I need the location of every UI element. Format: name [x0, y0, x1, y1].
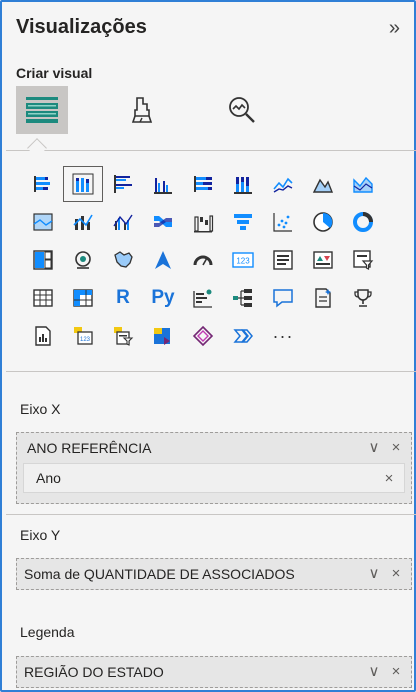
pie-chart-icon[interactable] [304, 205, 342, 239]
gallery-row [24, 203, 414, 241]
field-actions: ∨ × [367, 657, 403, 687]
close-icon[interactable]: × [389, 566, 403, 581]
x-axis-sub-field[interactable]: Ano × [23, 463, 405, 493]
funnel-chart-icon[interactable] [224, 205, 262, 239]
r-visual-label: R [116, 287, 130, 308]
card-icon[interactable]: 123 [224, 243, 262, 277]
area-chart-icon[interactable] [304, 167, 342, 201]
paginated-report-icon[interactable] [24, 319, 62, 353]
100-stacked-column-chart-icon[interactable] [224, 167, 262, 201]
visualizations-pane: Visualizações » Criar visual 123 R Py 12… [0, 0, 416, 692]
tab-format-visual[interactable] [116, 86, 168, 134]
y-axis-field-name: Soma de QUANTIDADE DE ASSOCIADOS [24, 566, 295, 582]
python-visual-label: Py [151, 287, 175, 308]
legend-field[interactable]: REGIÃO DO ESTADO ∨ × [17, 657, 411, 687]
matrix-icon[interactable] [64, 281, 102, 315]
tab-divider [6, 150, 416, 151]
gallery-row: 123 [24, 241, 414, 279]
chevron-down-icon[interactable]: ∨ [367, 440, 381, 455]
x-axis-field-name: ANO REFERÊNCIA [27, 440, 152, 456]
custom-card-icon[interactable]: 123 [64, 319, 102, 353]
pane-header: Visualizações » [16, 16, 400, 44]
custom-card-icon-text: 123 [80, 337, 91, 343]
x-axis-field[interactable]: ANO REFERÊNCIA ∨ × [17, 433, 411, 463]
python-visual-icon[interactable]: Py [144, 281, 182, 315]
line-chart-icon[interactable] [264, 167, 302, 201]
x-axis-sub-field-name: Ano [36, 470, 61, 486]
collapse-pane-icon[interactable]: » [389, 17, 400, 39]
chevron-down-icon[interactable]: ∨ [367, 566, 381, 581]
multi-row-card-icon[interactable] [264, 243, 302, 277]
line-and-stacked-column-icon[interactable] [64, 205, 102, 239]
qa-icon[interactable] [264, 281, 302, 315]
y-axis-field[interactable]: Soma de QUANTIDADE DE ASSOCIADOS ∨ × [17, 559, 411, 589]
custom-slicer-icon[interactable] [104, 319, 142, 353]
format-paint-icon [131, 97, 153, 123]
stacked-bar-chart-icon[interactable] [24, 167, 62, 201]
table-icon[interactable] [24, 281, 62, 315]
close-icon[interactable]: × [389, 440, 403, 455]
kpi-icon[interactable] [304, 243, 342, 277]
chevron-down-icon[interactable]: ∨ [367, 664, 381, 679]
card-icon-text: 123 [236, 257, 250, 266]
gallery-row: 123 ··· [24, 317, 414, 355]
x-axis-well[interactable]: ANO REFERÊNCIA ∨ × Ano × [16, 432, 412, 504]
more-visuals-label: ··· [272, 325, 294, 346]
section-title: Criar visual [16, 65, 93, 81]
100-stacked-area-chart-icon[interactable] [24, 205, 62, 239]
close-icon[interactable]: × [382, 471, 396, 486]
scatter-chart-icon[interactable] [264, 205, 302, 239]
key-influencers-icon[interactable] [184, 281, 222, 315]
legend-label: Legenda [20, 624, 75, 640]
y-axis-well[interactable]: Soma de QUANTIDADE DE ASSOCIADOS ∨ × [16, 558, 412, 590]
y-axis-label: Eixo Y [20, 527, 61, 543]
close-icon[interactable]: × [389, 664, 403, 679]
smart-narrative-icon[interactable] [304, 281, 342, 315]
100-stacked-bar-chart-icon[interactable] [184, 167, 222, 201]
mode-tabs [16, 86, 316, 134]
power-apps-icon[interactable] [144, 319, 182, 353]
power-automate-icon[interactable] [184, 319, 222, 353]
more-visuals-icon[interactable]: ··· [264, 319, 302, 353]
clustered-column-chart-icon[interactable] [144, 167, 182, 201]
gallery-row [24, 165, 414, 203]
legend-field-name: REGIÃO DO ESTADO [24, 664, 164, 680]
r-visual-icon[interactable]: R [104, 281, 142, 315]
slicer-icon[interactable] [344, 243, 382, 277]
analytics-magnifier-icon [229, 97, 255, 123]
field-actions: ∨ × [367, 433, 403, 463]
section-divider [6, 371, 416, 372]
gallery-row: R Py [24, 279, 414, 317]
tab-analytics[interactable] [216, 86, 268, 134]
decomposition-tree-icon[interactable] [224, 281, 262, 315]
chevron-flow-icon[interactable] [224, 319, 262, 353]
metrics-icon[interactable] [344, 281, 382, 315]
ribbon-chart-icon[interactable] [144, 205, 182, 239]
build-visual-icon [26, 97, 58, 123]
section-divider [6, 514, 416, 515]
legend-well[interactable]: REGIÃO DO ESTADO ∨ × [16, 656, 412, 688]
treemap-icon[interactable] [24, 243, 62, 277]
gauge-icon[interactable] [184, 243, 222, 277]
stacked-column-chart-icon[interactable] [63, 166, 103, 202]
waterfall-chart-icon[interactable] [184, 205, 222, 239]
pane-title: Visualizações [16, 16, 147, 38]
donut-chart-icon[interactable] [344, 205, 382, 239]
field-actions: × [382, 464, 396, 494]
filled-map-icon[interactable] [104, 243, 142, 277]
line-and-clustered-column-icon[interactable] [104, 205, 142, 239]
azure-map-icon[interactable] [144, 243, 182, 277]
tab-build-visual[interactable] [16, 86, 68, 134]
visual-gallery: 123 R Py 123 ··· [24, 165, 414, 355]
map-icon[interactable] [64, 243, 102, 277]
stacked-area-chart-icon[interactable] [344, 167, 382, 201]
active-tab-pointer [27, 138, 47, 158]
field-actions: ∨ × [367, 559, 403, 589]
clustered-bar-chart-icon[interactable] [104, 167, 142, 201]
x-axis-label: Eixo X [20, 401, 61, 417]
